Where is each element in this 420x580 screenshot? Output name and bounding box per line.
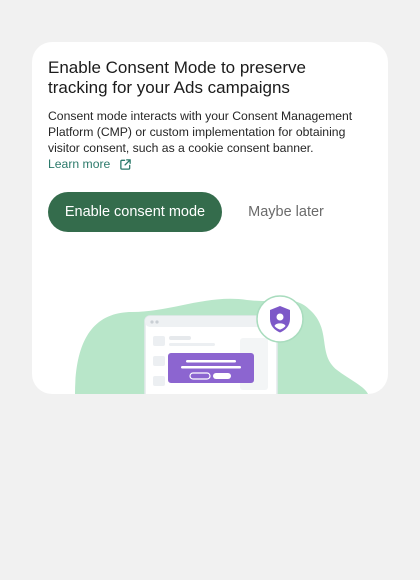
external-link-icon xyxy=(120,158,132,170)
consent-mode-card: Enable Consent Mode to preserve tracking… xyxy=(32,42,388,394)
maybe-later-button[interactable]: Maybe later xyxy=(236,192,336,232)
learn-more-link[interactable]: Learn more xyxy=(48,156,132,172)
dialog-description: Consent mode interacts with your Consent… xyxy=(48,109,353,155)
banner-button-filled xyxy=(213,373,231,379)
enable-consent-mode-button[interactable]: Enable consent mode xyxy=(48,192,222,232)
learn-more-label: Learn more xyxy=(48,157,111,171)
consent-illustration xyxy=(75,295,368,394)
dialog-title: Enable Consent Mode to preserve tracking… xyxy=(48,58,306,97)
